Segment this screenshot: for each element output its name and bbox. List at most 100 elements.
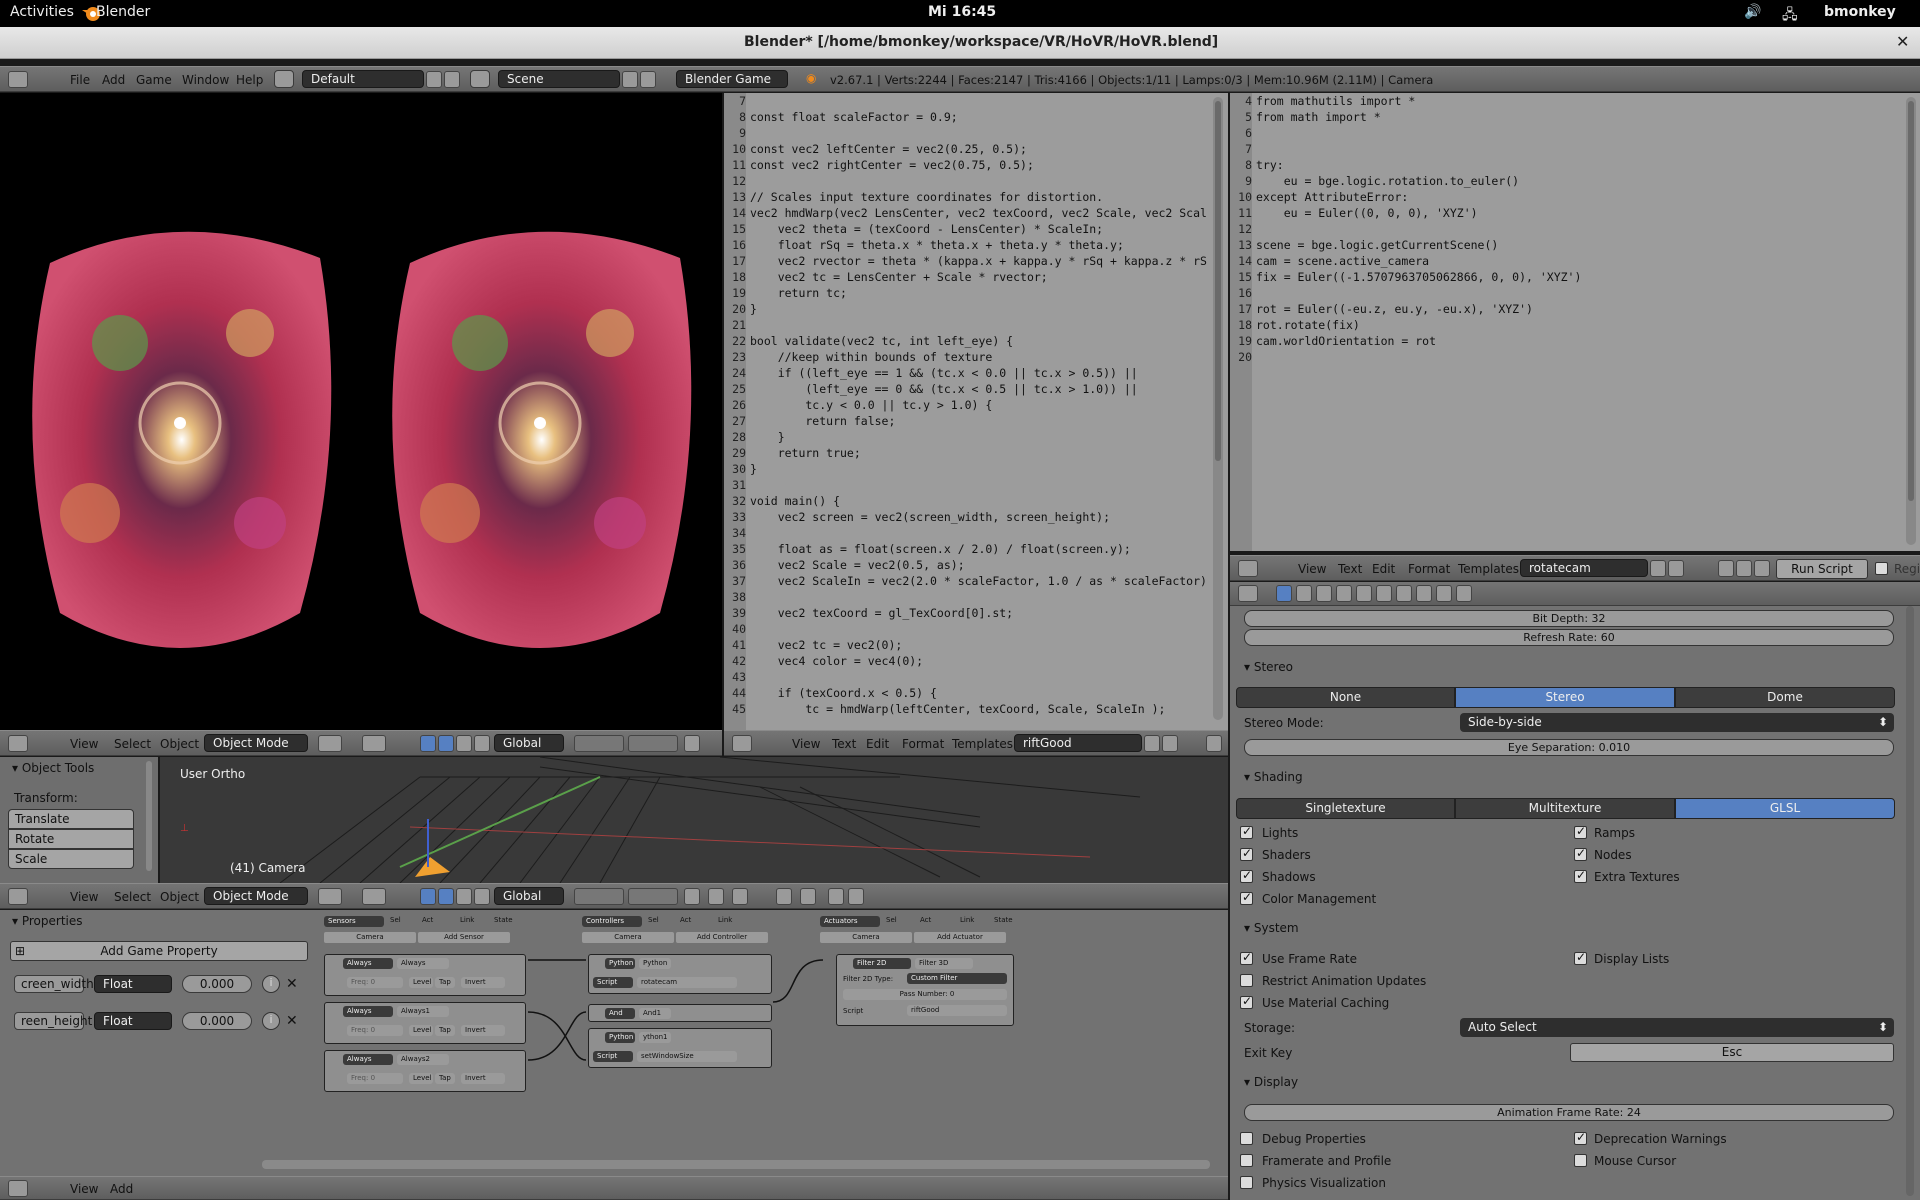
menu-edit[interactable]: Edit [1372, 562, 1395, 576]
menu-object[interactable]: Object [160, 890, 199, 904]
register-checkbox[interactable] [1875, 562, 1888, 575]
controllers-link-label[interactable]: Link [718, 916, 732, 924]
add-scene-icon[interactable] [622, 71, 638, 88]
menu-add[interactable]: Add [110, 1182, 133, 1196]
code-line[interactable]: except AttributeError: [1256, 189, 1896, 205]
layers-grid-1[interactable] [574, 888, 624, 905]
code-line[interactable]: fix = Euler((-1.5707963705062866, 0, 0),… [1256, 269, 1896, 285]
code-line[interactable]: // Scales input texture coordinates for … [750, 189, 1212, 205]
restrict-animation-checkbox[interactable] [1240, 974, 1253, 987]
unlink-text-icon[interactable] [1162, 735, 1178, 752]
orientation-selector[interactable]: Global [494, 887, 564, 905]
physics-visualization-checkbox[interactable] [1240, 1176, 1253, 1189]
code-line[interactable]: tc = hmdWarp(leftCenter, texCoord, Scale… [750, 701, 1212, 717]
pivot-icon[interactable] [362, 735, 386, 752]
menu-game[interactable]: Game [136, 73, 172, 87]
shading-glsl-button[interactable]: GLSL [1675, 798, 1895, 819]
rotate-button[interactable]: Rotate [8, 829, 134, 849]
logic-bricks-area[interactable]: Sensors Sel Act Link State Camera Add Se… [262, 910, 1228, 1180]
sensor-level[interactable]: Level [409, 977, 433, 988]
controller-type[interactable]: Python [605, 1032, 635, 1043]
stereo-panel-header[interactable]: ▾ Stereo [1244, 660, 1293, 674]
code-line[interactable]: scene = bge.logic.getCurrentScene() [1256, 237, 1896, 253]
game-preview[interactable] [0, 93, 722, 730]
code-line[interactable]: } [750, 301, 1212, 317]
add-controller-button[interactable]: Add Controller [676, 932, 768, 943]
glsl-scrollbar[interactable] [1213, 97, 1223, 720]
volume-icon[interactable]: 🔊 [1744, 4, 1761, 20]
sensor-name[interactable]: Always [397, 958, 449, 969]
menu-format[interactable]: Format [1408, 562, 1450, 576]
lock-camera-icon[interactable] [684, 735, 700, 752]
menu-add[interactable]: Add [102, 73, 125, 87]
code-line[interactable]: vec2 tc = LensCenter + Scale * rvector; [750, 269, 1212, 285]
scene-selector[interactable]: Scene [498, 70, 620, 88]
menu-select[interactable]: Select [114, 890, 151, 904]
code-line[interactable]: } [750, 461, 1212, 477]
code-line[interactable] [750, 621, 1212, 637]
controller-type[interactable]: Python [605, 958, 635, 969]
menu-select[interactable]: Select [114, 737, 151, 751]
code-line[interactable]: (left_eye == 0 && (tc.x < 0.5 || tc.x > … [750, 381, 1212, 397]
material-caching-checkbox[interactable] [1240, 994, 1253, 1009]
editor-type-icon[interactable] [8, 71, 28, 88]
mode-selector[interactable]: Object Mode [204, 887, 308, 905]
code-line[interactable]: cam = scene.active_camera [1256, 253, 1896, 269]
code-line[interactable] [1256, 285, 1896, 301]
editor-type-icon[interactable] [8, 1180, 28, 1197]
display-panel-header[interactable]: ▾ Display [1244, 1075, 1298, 1089]
editor-type-icon[interactable] [732, 735, 752, 752]
pivot-icon[interactable] [362, 888, 386, 905]
network-icon[interactable]: 🖧 [1782, 4, 1798, 28]
render-context-icon[interactable] [1276, 585, 1292, 602]
code-line[interactable]: vec2 tc = vec2(0); [750, 637, 1212, 653]
run-script-button[interactable]: Run Script [1776, 559, 1868, 579]
word-wrap-toggle-icon[interactable] [1736, 560, 1752, 577]
system-panel-header[interactable]: ▾ System [1244, 921, 1299, 935]
sensor-tap[interactable]: Tap [435, 1025, 455, 1036]
animation-frame-rate-slider[interactable]: Animation Frame Rate: 24 [1244, 1104, 1894, 1121]
code-line[interactable]: vec2 ScaleIn = vec2(2.0 * scaleFactor, 1… [750, 573, 1212, 589]
syntax-highlight-toggle-icon[interactable] [1754, 560, 1770, 577]
editor-type-icon[interactable] [1238, 560, 1258, 577]
nodes-checkbox[interactable] [1574, 846, 1587, 861]
code-line[interactable] [750, 173, 1212, 189]
code-line[interactable]: float as = float(screen.x / 2.0) / float… [750, 541, 1212, 557]
proportional-edit-icon[interactable] [732, 888, 748, 905]
sensor-freq[interactable]: Freq: 0 [347, 977, 403, 988]
shading-mode-icon[interactable] [318, 735, 342, 752]
layout-selector[interactable]: Default [302, 70, 424, 88]
code-line[interactable]: eu = bge.logic.rotation.to_euler() [1256, 173, 1896, 189]
code-line[interactable]: try: [1256, 157, 1896, 173]
menu-file[interactable]: File [70, 73, 90, 87]
scale-manipulator-icon[interactable] [474, 888, 490, 905]
code-line[interactable] [750, 589, 1212, 605]
lights-checkbox[interactable] [1240, 824, 1253, 839]
sensor-type[interactable]: Always [343, 1054, 393, 1065]
material-context-icon[interactable] [1416, 585, 1432, 602]
shading-panel-header[interactable]: ▾ Shading [1244, 770, 1303, 784]
tools-scrollbar[interactable] [146, 761, 152, 871]
manipulator-icon[interactable] [420, 888, 436, 905]
code-line[interactable] [750, 125, 1212, 141]
refresh-rate-slider[interactable]: Refresh Rate: 60 [1244, 629, 1894, 646]
stereo-dome-button[interactable]: Dome [1675, 687, 1895, 708]
add-layout-icon[interactable] [426, 71, 442, 88]
film-icon[interactable] [848, 888, 864, 905]
code-line[interactable]: vec2 hmdWarp(vec2 LensCenter, vec2 texCo… [750, 205, 1212, 221]
scene-context-icon[interactable] [1296, 585, 1312, 602]
actuators-dropdown[interactable]: Actuators [820, 916, 880, 927]
menu-view[interactable]: View [70, 737, 98, 751]
deprecation-warnings-checkbox[interactable] [1574, 1130, 1587, 1145]
actuators-link-label[interactable]: Link [960, 916, 974, 924]
sensors-sel-label[interactable]: Sel [390, 916, 401, 924]
camera-icon[interactable] [828, 888, 844, 905]
property-name-field[interactable]: reen_height [14, 1012, 92, 1030]
stereo-mode-dropdown[interactable]: Side-by-side ⬍ [1460, 713, 1894, 732]
menu-text[interactable]: Text [1338, 562, 1362, 576]
shadows-checkbox[interactable] [1240, 868, 1253, 883]
use-frame-rate-checkbox[interactable] [1240, 950, 1253, 965]
translate-manipulator-icon[interactable] [438, 888, 454, 905]
code-line[interactable] [750, 93, 1212, 109]
actuators-object-label[interactable]: Camera [820, 932, 912, 943]
